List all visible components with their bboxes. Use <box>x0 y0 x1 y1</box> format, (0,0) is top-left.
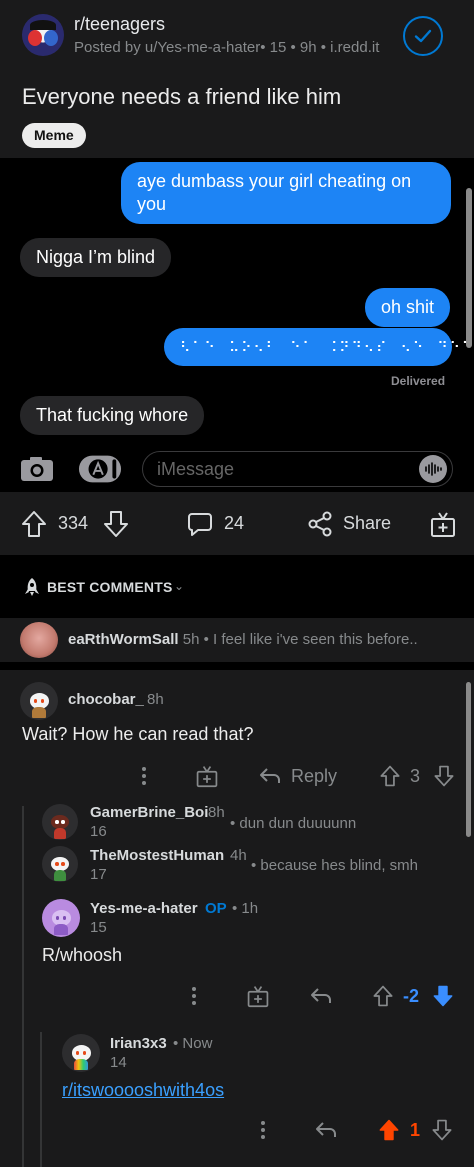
upvote-icon[interactable] <box>377 1117 401 1143</box>
more-options-icon[interactable] <box>253 1118 273 1142</box>
avatar[interactable] <box>62 1034 100 1072</box>
upvote-icon <box>22 510 46 537</box>
camera-icon <box>18 454 56 484</box>
joined-check-button[interactable] <box>403 16 443 56</box>
post-title: Everyone needs a friend like him <box>22 84 342 109</box>
comment-author[interactable]: GamerBrine_Boi <box>90 804 208 821</box>
award-button[interactable] <box>430 492 456 555</box>
upvote-icon[interactable] <box>378 763 402 789</box>
comment-score: 16 <box>90 823 107 840</box>
avatar[interactable] <box>20 682 58 720</box>
comment-body: Wait? How he can read that? <box>22 724 254 744</box>
subreddit-name[interactable]: r/teenagers <box>74 14 165 35</box>
reply-icon[interactable] <box>309 984 333 1008</box>
comment-author[interactable]: Irian3x3 <box>110 1035 167 1052</box>
upvote-icon[interactable] <box>371 983 395 1009</box>
thread-line <box>40 1032 42 1167</box>
reply-button[interactable]: Reply <box>291 766 337 787</box>
post-action-bar: 334 24 Share <box>0 492 474 555</box>
downvote-icon[interactable] <box>430 1117 454 1143</box>
comment-score: 17 <box>90 866 107 883</box>
comment-author[interactable]: Yes-me-a-hater <box>90 900 198 917</box>
delivered-status: Delivered <box>391 374 446 388</box>
comment-time: • Now <box>173 1035 213 1052</box>
app-store-icon <box>78 454 122 484</box>
imessage-input: iMessage <box>142 451 453 487</box>
thread-line <box>22 806 24 1167</box>
comment-time: 8h <box>208 804 225 821</box>
chevron-down-icon: ⌄ <box>174 579 185 593</box>
rocket-icon <box>25 578 39 596</box>
comment-preview: • dun dun duuuunn <box>230 815 357 832</box>
comment-time: 5h <box>182 631 200 648</box>
divider <box>0 662 474 670</box>
more-options-icon[interactable] <box>134 764 154 788</box>
comment-author: eaRthWormSall <box>68 631 179 648</box>
avatar[interactable] <box>42 846 78 882</box>
avatar[interactable] <box>42 804 78 840</box>
comment-score: 15 <box>90 919 107 936</box>
gift-icon <box>431 511 455 537</box>
comment-thread: chocobar_ 8h Wait? How he can read that?… <box>0 670 474 1167</box>
comment-preview-text: because hes blind, smh <box>260 857 419 874</box>
gift-icon[interactable] <box>245 983 271 1009</box>
message-bubble-incoming: That fucking whore <box>20 396 205 435</box>
subreddit-link[interactable]: r/itswooooshwith4os <box>62 1080 224 1101</box>
avatar[interactable] <box>42 899 80 937</box>
post-header: r/teenagers Posted by u/Yes-me-a-hater• … <box>0 0 474 158</box>
comment-author[interactable]: TheMostestHuman <box>90 847 224 864</box>
message-bubble-outgoing: oh shit <box>365 288 451 327</box>
share-icon <box>308 511 332 536</box>
comment-count: 24 <box>224 513 245 533</box>
op-badge: OP <box>205 900 227 917</box>
gift-icon[interactable] <box>194 763 220 789</box>
share-label[interactable]: Share <box>343 492 391 555</box>
message-bubble-incoming: Nigga I’m blind <box>20 238 172 277</box>
subreddit-avatar[interactable] <box>22 14 64 56</box>
comment-icon <box>188 512 212 536</box>
comment-score: 14 <box>110 1054 127 1071</box>
more-options-icon[interactable] <box>184 984 204 1008</box>
post-image-imessage[interactable]: aye dumbass your girl cheating on you Ni… <box>0 158 474 492</box>
post-flair[interactable]: Meme <box>22 123 86 148</box>
comment-time: • 1h <box>232 900 259 917</box>
downvote-icon <box>104 510 128 537</box>
comment-score: -2 <box>403 986 420 1006</box>
collapsed-comment-text: eaRthWormSall 5h • I feel like i've seen… <box>68 631 418 648</box>
audio-waveform-icon <box>419 455 447 483</box>
imessage-placeholder: iMessage <box>157 459 235 479</box>
post-score: 334 <box>58 513 89 533</box>
post-meta: Posted by u/Yes-me-a-hater• 15 • 9h • i.… <box>74 39 380 56</box>
comment-time: 4h <box>230 847 247 864</box>
comment-preview: • because hes blind, smh <box>251 857 419 874</box>
downvote-icon[interactable] <box>431 983 455 1009</box>
sort-label: BEST COMMENTS <box>47 579 173 595</box>
comment-sort[interactable]: BEST COMMENTS ⌄ <box>0 555 474 618</box>
avatar <box>20 622 58 658</box>
comment-preview: I feel like i've seen this before.. <box>213 631 418 648</box>
message-bubble-braille: ⠣⠁⠑⠀⠥⠕⠢⠃⠀⠑⠁⠀⠨⠝⠙⠢⠎⠀⠢⠑⠀⠙⠑⠁ <box>164 328 472 366</box>
comment-score: 3 <box>410 766 421 786</box>
comment-author[interactable]: chocobar_ <box>68 691 144 708</box>
downvote-button[interactable] <box>102 492 130 555</box>
downvote-icon[interactable] <box>432 763 456 789</box>
comment-time-text: 1h <box>241 900 259 917</box>
comment-preview-text: dun dun duuuunn <box>239 815 357 832</box>
collapsed-comment[interactable]: eaRthWormSall 5h • I feel like i've seen… <box>0 618 474 662</box>
reply-icon[interactable] <box>314 1118 338 1142</box>
comment-time-text: Now <box>182 1035 213 1052</box>
comments-button[interactable] <box>186 492 214 555</box>
comment-time: 8h <box>147 691 164 708</box>
image-scrollbar <box>466 188 472 348</box>
reply-icon[interactable] <box>258 764 282 788</box>
thread-scrollbar <box>466 682 471 837</box>
comment-score: 1 <box>410 1120 421 1140</box>
check-icon <box>414 29 432 43</box>
share-button[interactable] <box>306 492 334 555</box>
upvote-button[interactable] <box>20 492 48 555</box>
message-bubble-outgoing: aye dumbass your girl cheating on you <box>121 162 451 224</box>
comment-body: R/whoosh <box>42 945 123 965</box>
